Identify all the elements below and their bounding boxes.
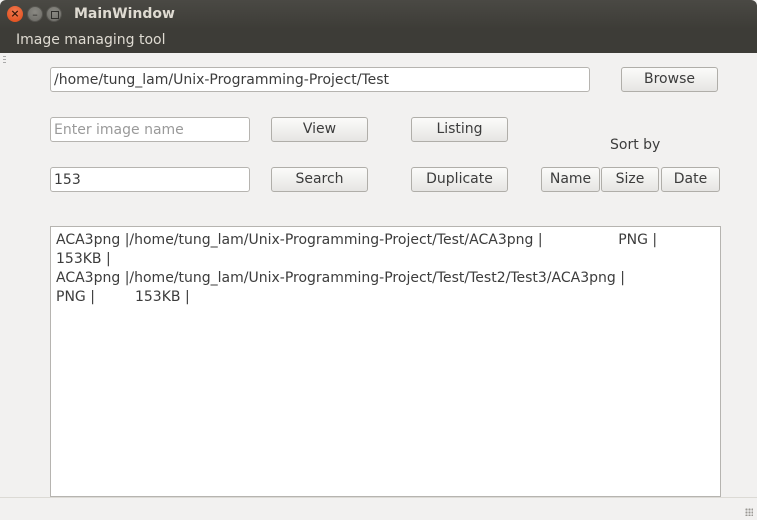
- resize-grip[interactable]: [745, 508, 753, 516]
- close-icon: ×: [10, 7, 20, 20]
- minimize-icon: –: [32, 8, 38, 21]
- close-window-button[interactable]: ×: [7, 6, 23, 22]
- results-text-area[interactable]: ACA3png |/home/tung_lam/Unix-Programming…: [50, 226, 721, 497]
- result-line: PNG | 153KB |: [56, 289, 190, 305]
- window-title: MainWindow: [74, 6, 175, 22]
- result-line: ACA3png |/home/tung_lam/Unix-Programming…: [56, 270, 625, 286]
- toolbar-grip: [3, 56, 6, 64]
- maximize-window-button[interactable]: [46, 6, 62, 22]
- result-line: 153KB |: [56, 251, 111, 267]
- result-line: ACA3png |/home/tung_lam/Unix-Programming…: [56, 232, 658, 248]
- search-size-input[interactable]: [50, 167, 250, 192]
- status-bar: [0, 497, 757, 520]
- duplicate-button[interactable]: Duplicate: [411, 167, 508, 192]
- title-bar: × – MainWindow: [0, 0, 757, 29]
- listing-button[interactable]: Listing: [411, 117, 508, 142]
- menu-bar: Image managing tool: [0, 29, 757, 53]
- menu-image-managing-tool[interactable]: Image managing tool: [16, 32, 165, 48]
- search-button[interactable]: Search: [271, 167, 368, 192]
- sort-name-button[interactable]: Name: [541, 167, 600, 192]
- sort-by-label: Sort by: [610, 137, 661, 153]
- sort-size-button[interactable]: Size: [601, 167, 659, 192]
- directory-path-input[interactable]: [50, 67, 590, 92]
- browse-button[interactable]: Browse: [621, 67, 718, 92]
- image-name-input[interactable]: [50, 117, 250, 142]
- minimize-window-button[interactable]: –: [27, 6, 43, 22]
- view-button[interactable]: View: [271, 117, 368, 142]
- sort-date-button[interactable]: Date: [661, 167, 720, 192]
